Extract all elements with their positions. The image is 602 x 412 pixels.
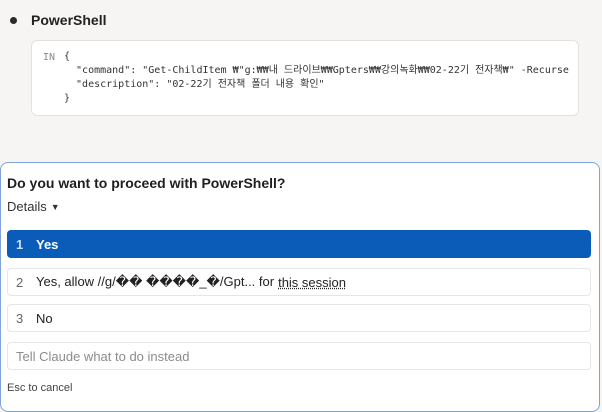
- option-no[interactable]: 3 No: [7, 304, 591, 332]
- details-label: Details: [7, 199, 47, 214]
- session-link: this session: [278, 274, 346, 290]
- code-line: "command": "Get-ChildItem ₩"g:₩₩내 드라이브₩₩…: [64, 65, 569, 76]
- esc-hint: Esc to cancel: [7, 382, 73, 394]
- instead-input[interactable]: [7, 342, 591, 370]
- code-line: "description": "02-22기 전자책 폴더 내용 확인": [64, 79, 325, 90]
- code-line: }: [64, 93, 71, 104]
- code-text: { "command": "Get-ChildItem ₩"g:₩₩내 드라이브…: [64, 50, 569, 106]
- option-yes[interactable]: 1 Yes: [7, 230, 591, 258]
- option-number: 1: [16, 236, 24, 252]
- permission-dialog: Do you want to proceed with PowerShell? …: [0, 162, 600, 412]
- bullet-icon: [10, 16, 17, 24]
- option-number: 3: [16, 310, 24, 326]
- tool-header: PowerShell: [10, 12, 106, 28]
- tool-title: PowerShell: [31, 12, 107, 28]
- input-label: IN: [43, 52, 56, 63]
- code-block: IN { "command": "Get-ChildItem ₩"g:₩₩내 드…: [31, 40, 579, 116]
- option-label: No: [36, 310, 53, 326]
- option-yes-allow-session[interactable]: 2 Yes, allow //g/�� ����_�/Gpt... for th…: [7, 268, 591, 296]
- option-label: Yes, allow //g/�� ����_�/Gpt... for: [36, 274, 275, 289]
- code-line: {: [64, 51, 71, 62]
- option-label: Yes: [36, 236, 59, 252]
- option-number: 2: [16, 274, 24, 290]
- chevron-down-icon: ▼: [50, 201, 60, 212]
- details-toggle[interactable]: Details ▼: [7, 199, 60, 214]
- dialog-question: Do you want to proceed with PowerShell?: [7, 175, 286, 191]
